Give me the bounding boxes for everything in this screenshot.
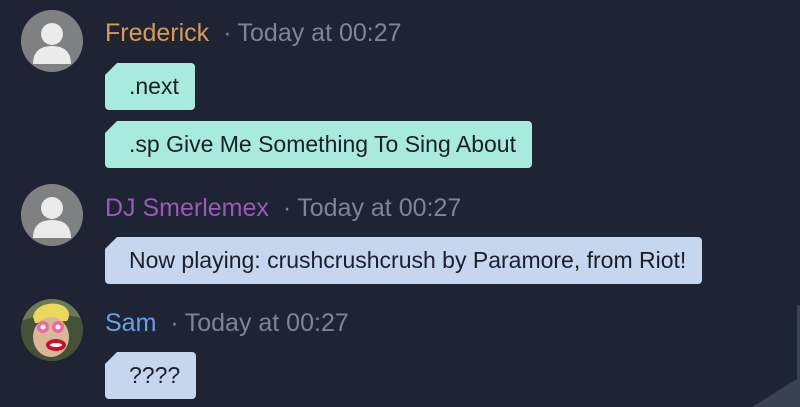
message-bubble[interactable]: .sp Give Me Something To Sing About [105, 121, 532, 168]
message-text: ???? [129, 362, 181, 388]
author-name[interactable]: DJ Smerlemex [105, 194, 269, 222]
cartoon-character-avatar-icon [21, 299, 83, 361]
header-separator: · [223, 19, 232, 47]
timestamp: Today at 00:27 [237, 19, 402, 47]
author-name[interactable]: Frederick [105, 19, 209, 47]
header-separator: · [282, 194, 292, 222]
message-bubble[interactable]: Now playing: crushcrushcrush by Paramore… [105, 237, 703, 284]
timestamp: Today at 00:27 [297, 194, 462, 222]
avatar[interactable] [21, 299, 83, 361]
message-bubble[interactable]: .next [105, 63, 195, 110]
header-separator: · [170, 309, 179, 337]
default-user-avatar-icon [21, 10, 83, 72]
corner-decoration [752, 377, 800, 407]
avatar[interactable] [21, 184, 83, 246]
message-text: .sp Give Me Something To Sing About [129, 131, 516, 157]
chat-message-list: Frederick · Today at 00:27 .next .sp Give … [0, 0, 800, 407]
avatar[interactable] [21, 10, 83, 72]
message-header: DJ Smerlemex · Today at 00:27 [105, 193, 461, 223]
default-user-avatar-icon [21, 184, 83, 246]
message-bubble[interactable]: ???? [105, 352, 197, 399]
message-text: Now playing: crushcrushcrush by Paramore… [129, 247, 687, 273]
author-name[interactable]: Sam [105, 309, 156, 337]
message-header: Sam · Today at 00:27 [105, 308, 349, 338]
message-text: .next [129, 73, 179, 99]
message-header: Frederick · Today at 00:27 [105, 18, 402, 48]
timestamp: Today at 00:27 [184, 309, 349, 337]
